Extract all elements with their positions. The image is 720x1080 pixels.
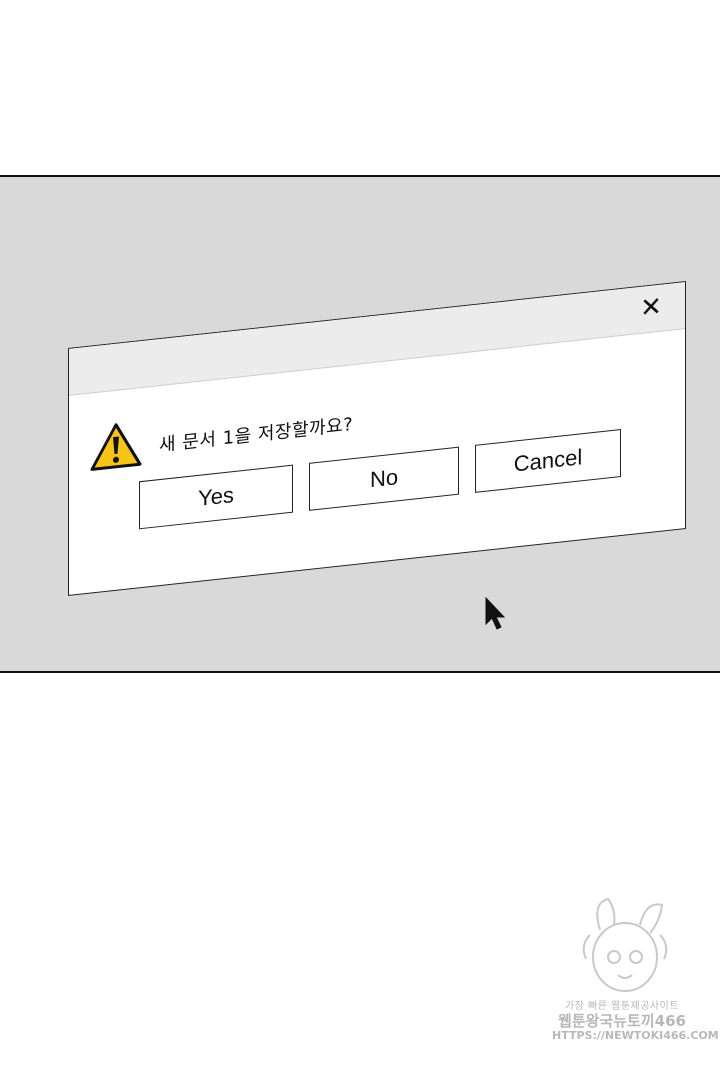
yes-button[interactable]: Yes (139, 464, 293, 530)
watermark-tagline: 가장 빠른 웹툰제공사이트 (564, 1001, 680, 1012)
close-icon[interactable]: ✕ (637, 292, 665, 324)
mouse-pointer-icon (485, 597, 506, 630)
no-button[interactable]: No (309, 446, 459, 511)
dialog-titlebar[interactable]: ✕ (69, 282, 685, 396)
mascot-icon (582, 897, 668, 992)
warning-icon (90, 423, 142, 471)
cancel-button[interactable]: Cancel (475, 429, 621, 493)
watermark: 가장 빠른 웹툰제공사이트 웹툰왕국뉴토끼466 HTTPS://NEWTOKI… (552, 1001, 719, 1042)
watermark-name: 웹툰왕국뉴토끼466 (558, 1011, 686, 1030)
dialog-message: 새 문서 1을 저장할까요? (159, 414, 354, 457)
watermark-url: HTTPS://NEWTOKI466.COM (552, 1028, 719, 1042)
save-dialog: ✕ 새 문서 1을 저장할까요? Yes No Cancel (68, 281, 686, 596)
